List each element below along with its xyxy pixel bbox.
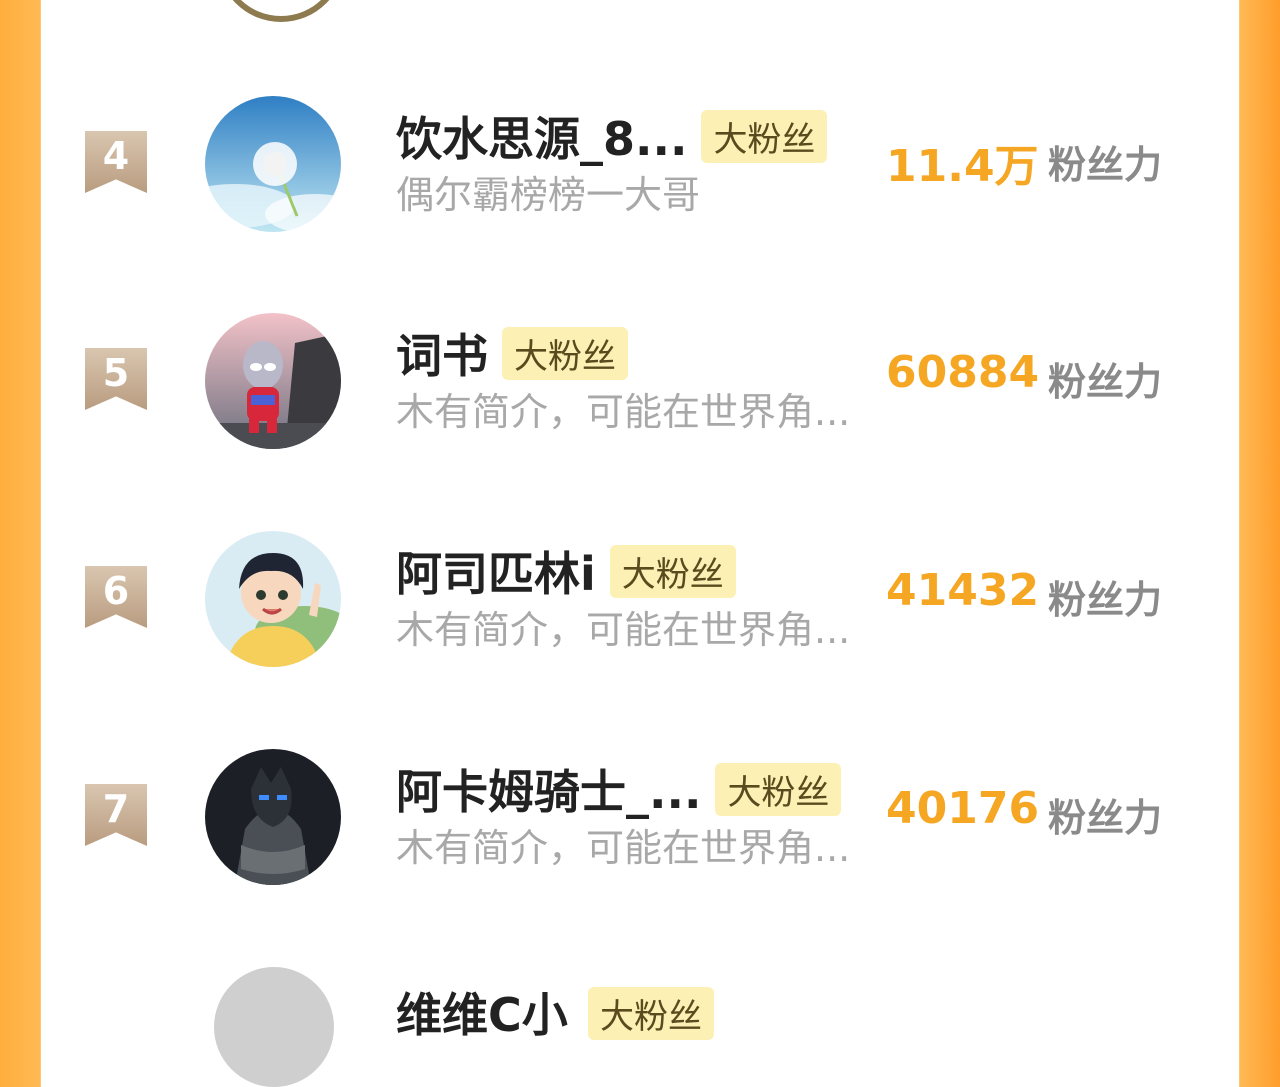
fan-score-label: 粉丝力 <box>1048 796 1163 840</box>
fan-score-value: 41432 <box>886 565 1040 616</box>
avatar[interactable] <box>205 531 341 667</box>
fan-level-badge: 大粉丝 <box>609 544 736 598</box>
fan-level-badge: 大粉丝 <box>715 762 842 816</box>
user-intro: 偶尔霸榜榜一大哥 <box>396 173 701 217</box>
dark-knight-avatar-image <box>205 749 341 885</box>
rank-ribbon: 7 <box>85 784 147 846</box>
dandelion-avatar-image <box>205 96 341 232</box>
user-name[interactable]: 饮水思源_8... <box>396 103 687 169</box>
fan-level-badge: 大粉丝 <box>701 109 828 163</box>
fan-score-label: 粉丝力 <box>1048 578 1163 622</box>
fan-score-label: 粉丝力 <box>1048 143 1163 187</box>
avatar[interactable] <box>214 967 334 1087</box>
user-name[interactable]: 词书 <box>396 320 488 386</box>
user-intro: 木有简介，可能在世界角... <box>396 608 851 652</box>
fan-level-badge: 大粉丝 <box>502 326 628 380</box>
avatar[interactable] <box>205 749 341 885</box>
user-name[interactable]: 维维C小 <box>396 979 568 1045</box>
avatar[interactable] <box>205 313 341 449</box>
leaderboard-row-6[interactable]: 6 阿司匹林i 大粉丝 木有简介，可能在世界角... 41432 粉丝力 <box>0 521 1280 671</box>
user-intro: 木有简介，可能在世界角... <box>396 826 851 870</box>
user-name[interactable]: 阿卡姆骑士_... <box>396 756 701 822</box>
anime-boy-avatar-image <box>205 531 341 667</box>
user-intro: 木有简介，可能在世界角... <box>396 390 851 434</box>
leaderboard-row-5[interactable]: 5 词书 大粉丝 木有简介，可能在世界角... 60884 粉丝力 <box>0 303 1280 453</box>
leaderboard-row-7[interactable]: 7 阿卡姆骑士_... 大粉丝 木有简介，可能在世界角... 40176 粉丝力 <box>0 739 1280 889</box>
fan-score-value: 40176 <box>886 783 1040 834</box>
rank-ribbon: 5 <box>85 348 147 410</box>
fan-score-value: 60884 <box>886 347 1040 398</box>
fan-level-badge: 大粉丝 <box>588 987 714 1040</box>
leaderboard-row-4[interactable]: 4 饮水思源_8... 大粉丝 偶尔霸榜榜一大哥 11.4万 粉丝力 <box>0 86 1280 236</box>
fan-score-value: 11.4万 <box>886 141 1039 192</box>
avatar[interactable] <box>205 96 341 232</box>
rank-ribbon: 6 <box>85 566 147 628</box>
rank-ribbon: 4 <box>85 131 147 193</box>
user-name[interactable]: 阿司匹林i <box>396 538 596 604</box>
leaderboard-row-8-partial[interactable]: 维维C小 大粉丝 <box>0 965 1280 1087</box>
fan-score-label: 粉丝力 <box>1048 360 1163 404</box>
ultraman-avatar-image <box>205 313 341 449</box>
